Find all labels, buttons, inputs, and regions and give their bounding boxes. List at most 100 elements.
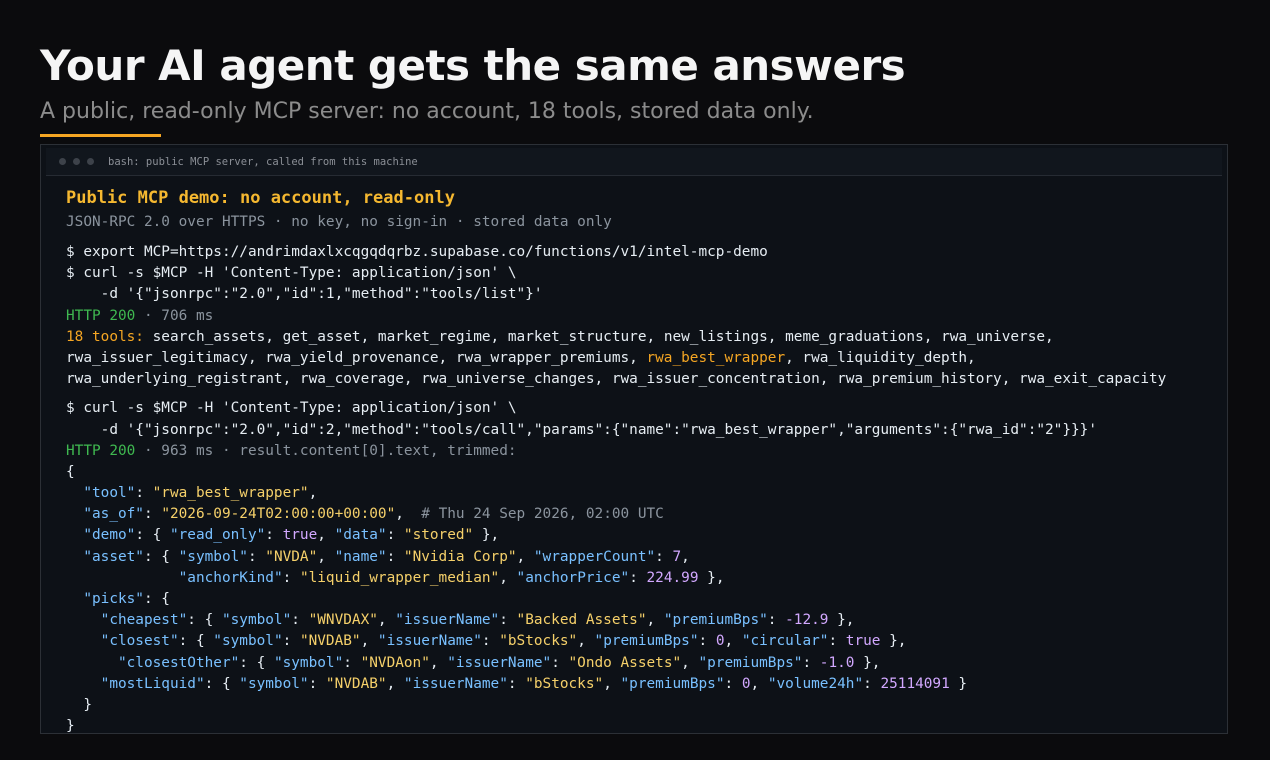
terminal-token: curl -s $MCP -H 'Content-Type: applicati… — [83, 265, 517, 282]
terminal-token: "premiumBps" — [620, 675, 725, 692]
terminal-token: { — [66, 463, 75, 480]
terminal-token: , — [646, 612, 664, 629]
terminal-token: "premiumBps" — [698, 654, 803, 671]
window-dot-maximize-icon[interactable] — [87, 158, 94, 165]
terminal-token: "Ondo Assets" — [568, 654, 682, 671]
terminal-line: "tool": "rwa_best_wrapper", — [66, 483, 1217, 504]
terminal-token: "mostLiquid" — [100, 675, 205, 692]
terminal-token: , — [724, 633, 742, 650]
terminal-token: "as_of" — [83, 506, 144, 523]
terminal-token: "bStocks" — [499, 633, 578, 650]
terminal-token: "NVDAon" — [360, 654, 430, 671]
terminal-token: · 963 ms · result.content[0].text, trimm… — [135, 442, 517, 459]
terminal-window: bash: public MCP server, called from thi… — [40, 144, 1228, 734]
terminal-token: : — [282, 633, 300, 650]
terminal-line: $ curl -s $MCP -H 'Content-Type: applica… — [66, 398, 1217, 419]
terminal-line: { — [66, 462, 1217, 483]
terminal-line: HTTP 200 · 706 ms — [66, 306, 1217, 327]
terminal-token: "asset" — [83, 548, 144, 565]
terminal-token: : { — [239, 654, 274, 671]
terminal-token: , — [429, 654, 448, 671]
terminal-token: "symbol" — [221, 612, 292, 629]
terminal-token: , — [681, 654, 699, 671]
terminal-token: $ — [66, 265, 84, 282]
terminal-token: HTTP 200 — [66, 307, 136, 324]
terminal-token: , — [317, 548, 335, 565]
terminal-token: true — [845, 633, 881, 650]
terminal-token: } — [66, 696, 92, 713]
terminal-token: "anchorKind" — [178, 569, 283, 586]
terminal-token: true — [282, 527, 318, 544]
terminal-token: "volume24h" — [767, 675, 864, 692]
terminal-token: }, — [828, 612, 855, 629]
window-dot-close-icon[interactable] — [59, 158, 66, 165]
terminal-token: } — [949, 675, 968, 692]
page-subtitle: A public, read-only MCP server: no accou… — [40, 99, 814, 124]
terminal-token: , — [308, 485, 318, 502]
terminal-token: : — [828, 633, 846, 650]
terminal-token: "demo" — [83, 527, 136, 544]
terminal-line: "as_of": "2026-09-24T02:00:00+00:00", # … — [66, 504, 1217, 525]
terminal-token: rwa_best_wrapper — [646, 349, 786, 366]
terminal-line: rwa_issuer_legitimacy, rwa_yield_provena… — [66, 348, 1217, 369]
terminal-token: 18 tools: — [66, 328, 144, 345]
page-title: Your AI agent gets the same answers — [40, 41, 906, 90]
terminal-line: $ export MCP=https://andrimdaxlxcqgqdqrb… — [66, 242, 1217, 263]
demo-meta: JSON-RPC 2.0 over HTTPS · no key, no sig… — [66, 214, 612, 230]
terminal-token: , — [386, 675, 404, 692]
terminal-token: "picks" — [83, 591, 144, 607]
terminal-token: "symbol" — [239, 675, 309, 692]
terminal-token: · 706 ms — [135, 307, 214, 324]
terminal-token: : — [386, 548, 404, 565]
terminal-token: "NVDAB" — [299, 633, 361, 650]
terminal-token: "cheapest" — [100, 612, 188, 629]
terminal-token: : — [724, 675, 742, 692]
terminal-token: : — [135, 485, 153, 502]
terminal-token: "bStocks" — [525, 675, 604, 692]
terminal-titlebar: bash: public MCP server, called from thi… — [46, 148, 1222, 176]
terminal-line: $ curl -s $MCP -H 'Content-Type: applica… — [66, 263, 1217, 284]
terminal-token: "circular" — [741, 633, 829, 650]
terminal-token: : — [308, 675, 326, 692]
terminal-token: "data" — [334, 527, 387, 544]
terminal-token: : — [629, 569, 647, 586]
terminal-token: , — [750, 675, 768, 692]
terminal-token: "NVDA" — [265, 548, 318, 565]
terminal-line: HTTP 200 · 963 ms · result.content[0].te… — [66, 441, 1217, 462]
terminal-token: }, — [473, 527, 500, 544]
terminal-token: "name" — [334, 548, 387, 565]
terminal-token: : { — [187, 612, 222, 629]
terminal-line: "closest": { "symbol": "NVDAB", "issuerN… — [66, 631, 1217, 652]
terminal-token: $ — [66, 400, 84, 417]
terminal-token: : — [291, 612, 309, 629]
terminal-token: , — [317, 527, 335, 544]
terminal-token: "symbol" — [213, 633, 283, 650]
terminal-token: , rwa_liquidity_depth, — [785, 349, 976, 366]
terminal-token: export MCP=https://andrimdaxlxcqgqdqrbz.… — [83, 244, 768, 260]
terminal-token: "issuerName" — [447, 654, 552, 671]
terminal-token: rwa_underlying_registrant, rwa_coverage,… — [66, 371, 1167, 388]
terminal-token: , — [395, 506, 422, 523]
terminal-token: "WNVDAX" — [308, 612, 378, 629]
terminal-token: , — [603, 675, 621, 692]
terminal-token: search_assets, get_asset, market_regime,… — [143, 328, 1054, 345]
terminal-line: } — [66, 695, 1217, 716]
terminal-token: -d '{"jsonrpc":"2.0","id":1,"method":"to… — [66, 286, 543, 303]
terminal-line: -d '{"jsonrpc":"2.0","id":2,"method":"to… — [66, 420, 1217, 441]
terminal-token: "symbol" — [273, 654, 344, 671]
window-dot-minimize-icon[interactable] — [73, 158, 80, 165]
line-spacer — [66, 235, 1217, 242]
terminal-token: : — [507, 675, 526, 692]
terminal-token: "closest" — [100, 633, 179, 650]
terminal-token: "symbol" — [178, 548, 248, 565]
terminal-token: rwa_issuer_legitimacy, rwa_yield_provena… — [66, 349, 647, 366]
terminal-token: 224.99 — [646, 569, 699, 586]
terminal-output[interactable]: Public MCP demo: no account, read-only J… — [66, 183, 1217, 733]
terminal-token: # Thu 24 Sep 2026, 02:00 UTC — [421, 506, 664, 523]
